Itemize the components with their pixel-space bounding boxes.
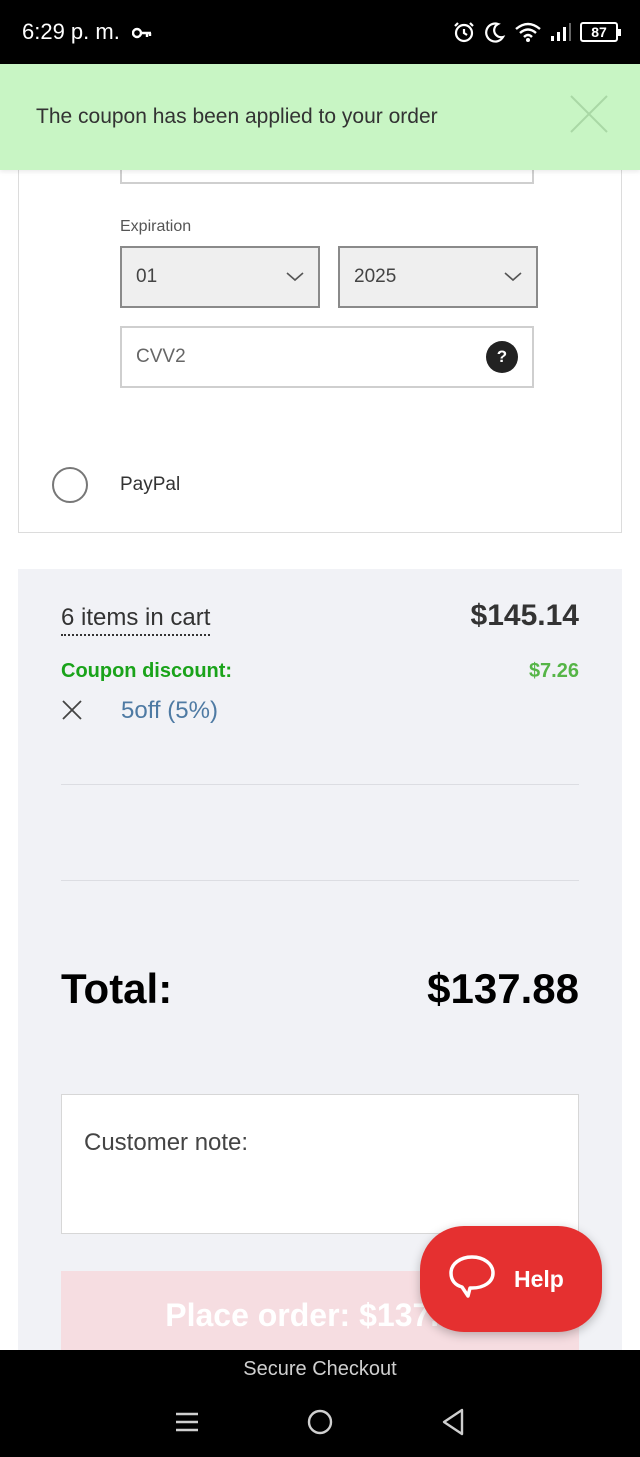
secure-checkout-label: Secure Checkout (243, 1358, 397, 1380)
total-value: $137.88 (427, 965, 579, 1012)
expiration-month-value: 01 (136, 266, 158, 287)
chevron-down-icon (504, 266, 522, 288)
alarm-icon (452, 20, 476, 44)
wifi-icon (514, 21, 542, 43)
remove-coupon-icon[interactable] (61, 699, 83, 726)
customer-note-field[interactable]: Customer note: (61, 1094, 579, 1234)
total-label: Total: (61, 965, 173, 1012)
status-right: 87 (452, 20, 621, 44)
status-left: 6:29 p. m. (22, 19, 152, 45)
status-bar: 6:29 p. m. 87 (0, 0, 640, 64)
divider (61, 784, 579, 785)
moon-icon (484, 21, 506, 43)
paypal-radio[interactable] (52, 467, 88, 503)
coupon-discount-label: Coupon discount: (61, 660, 233, 682)
cvv-input[interactable]: CVV2 ? (120, 326, 534, 388)
coupon-discount-value: $7.26 (528, 660, 579, 682)
customer-note-label: Customer note: (84, 1129, 249, 1156)
bottom-bar: Secure Checkout (0, 1350, 640, 1457)
chat-bubble-icon (448, 1254, 496, 1304)
divider (61, 880, 579, 881)
subtotal-value: $145.14 (470, 599, 579, 632)
android-nav-bar (0, 1402, 640, 1442)
expiration-label: Expiration (120, 218, 192, 235)
expiration-year-value: 2025 (354, 266, 397, 287)
close-icon[interactable] (568, 93, 610, 141)
toast-message: The coupon has been applied to your orde… (36, 105, 438, 128)
cvv-help-icon[interactable]: ? (486, 341, 518, 373)
chevron-down-icon (286, 266, 304, 288)
help-button[interactable]: Help (420, 1226, 602, 1332)
items-in-cart-link[interactable]: 6 items in cart (61, 604, 211, 636)
status-time: 6:29 p. m. (22, 19, 120, 44)
cvv-placeholder: CVV2 (136, 346, 186, 367)
checkout-screen: 6:29 p. m. 87 Expiration 01 2025 CVV2 ? … (0, 0, 640, 1457)
recent-apps-icon[interactable] (167, 1402, 207, 1442)
back-icon[interactable] (433, 1402, 473, 1442)
key-icon (131, 19, 152, 45)
paypal-label: PayPal (120, 474, 181, 495)
expiration-year-select[interactable]: 2025 (338, 246, 538, 308)
payment-method-card: Expiration 01 2025 CVV2 ? PayPal (18, 120, 622, 533)
battery-indicator: 87 (580, 22, 621, 42)
help-label: Help (514, 1265, 564, 1292)
expiration-month-select[interactable]: 01 (120, 246, 320, 308)
signal-icon (550, 22, 572, 42)
coupon-code: 5off (5%) (121, 697, 218, 724)
home-icon[interactable] (300, 1402, 340, 1442)
coupon-applied-toast: The coupon has been applied to your orde… (0, 64, 640, 170)
